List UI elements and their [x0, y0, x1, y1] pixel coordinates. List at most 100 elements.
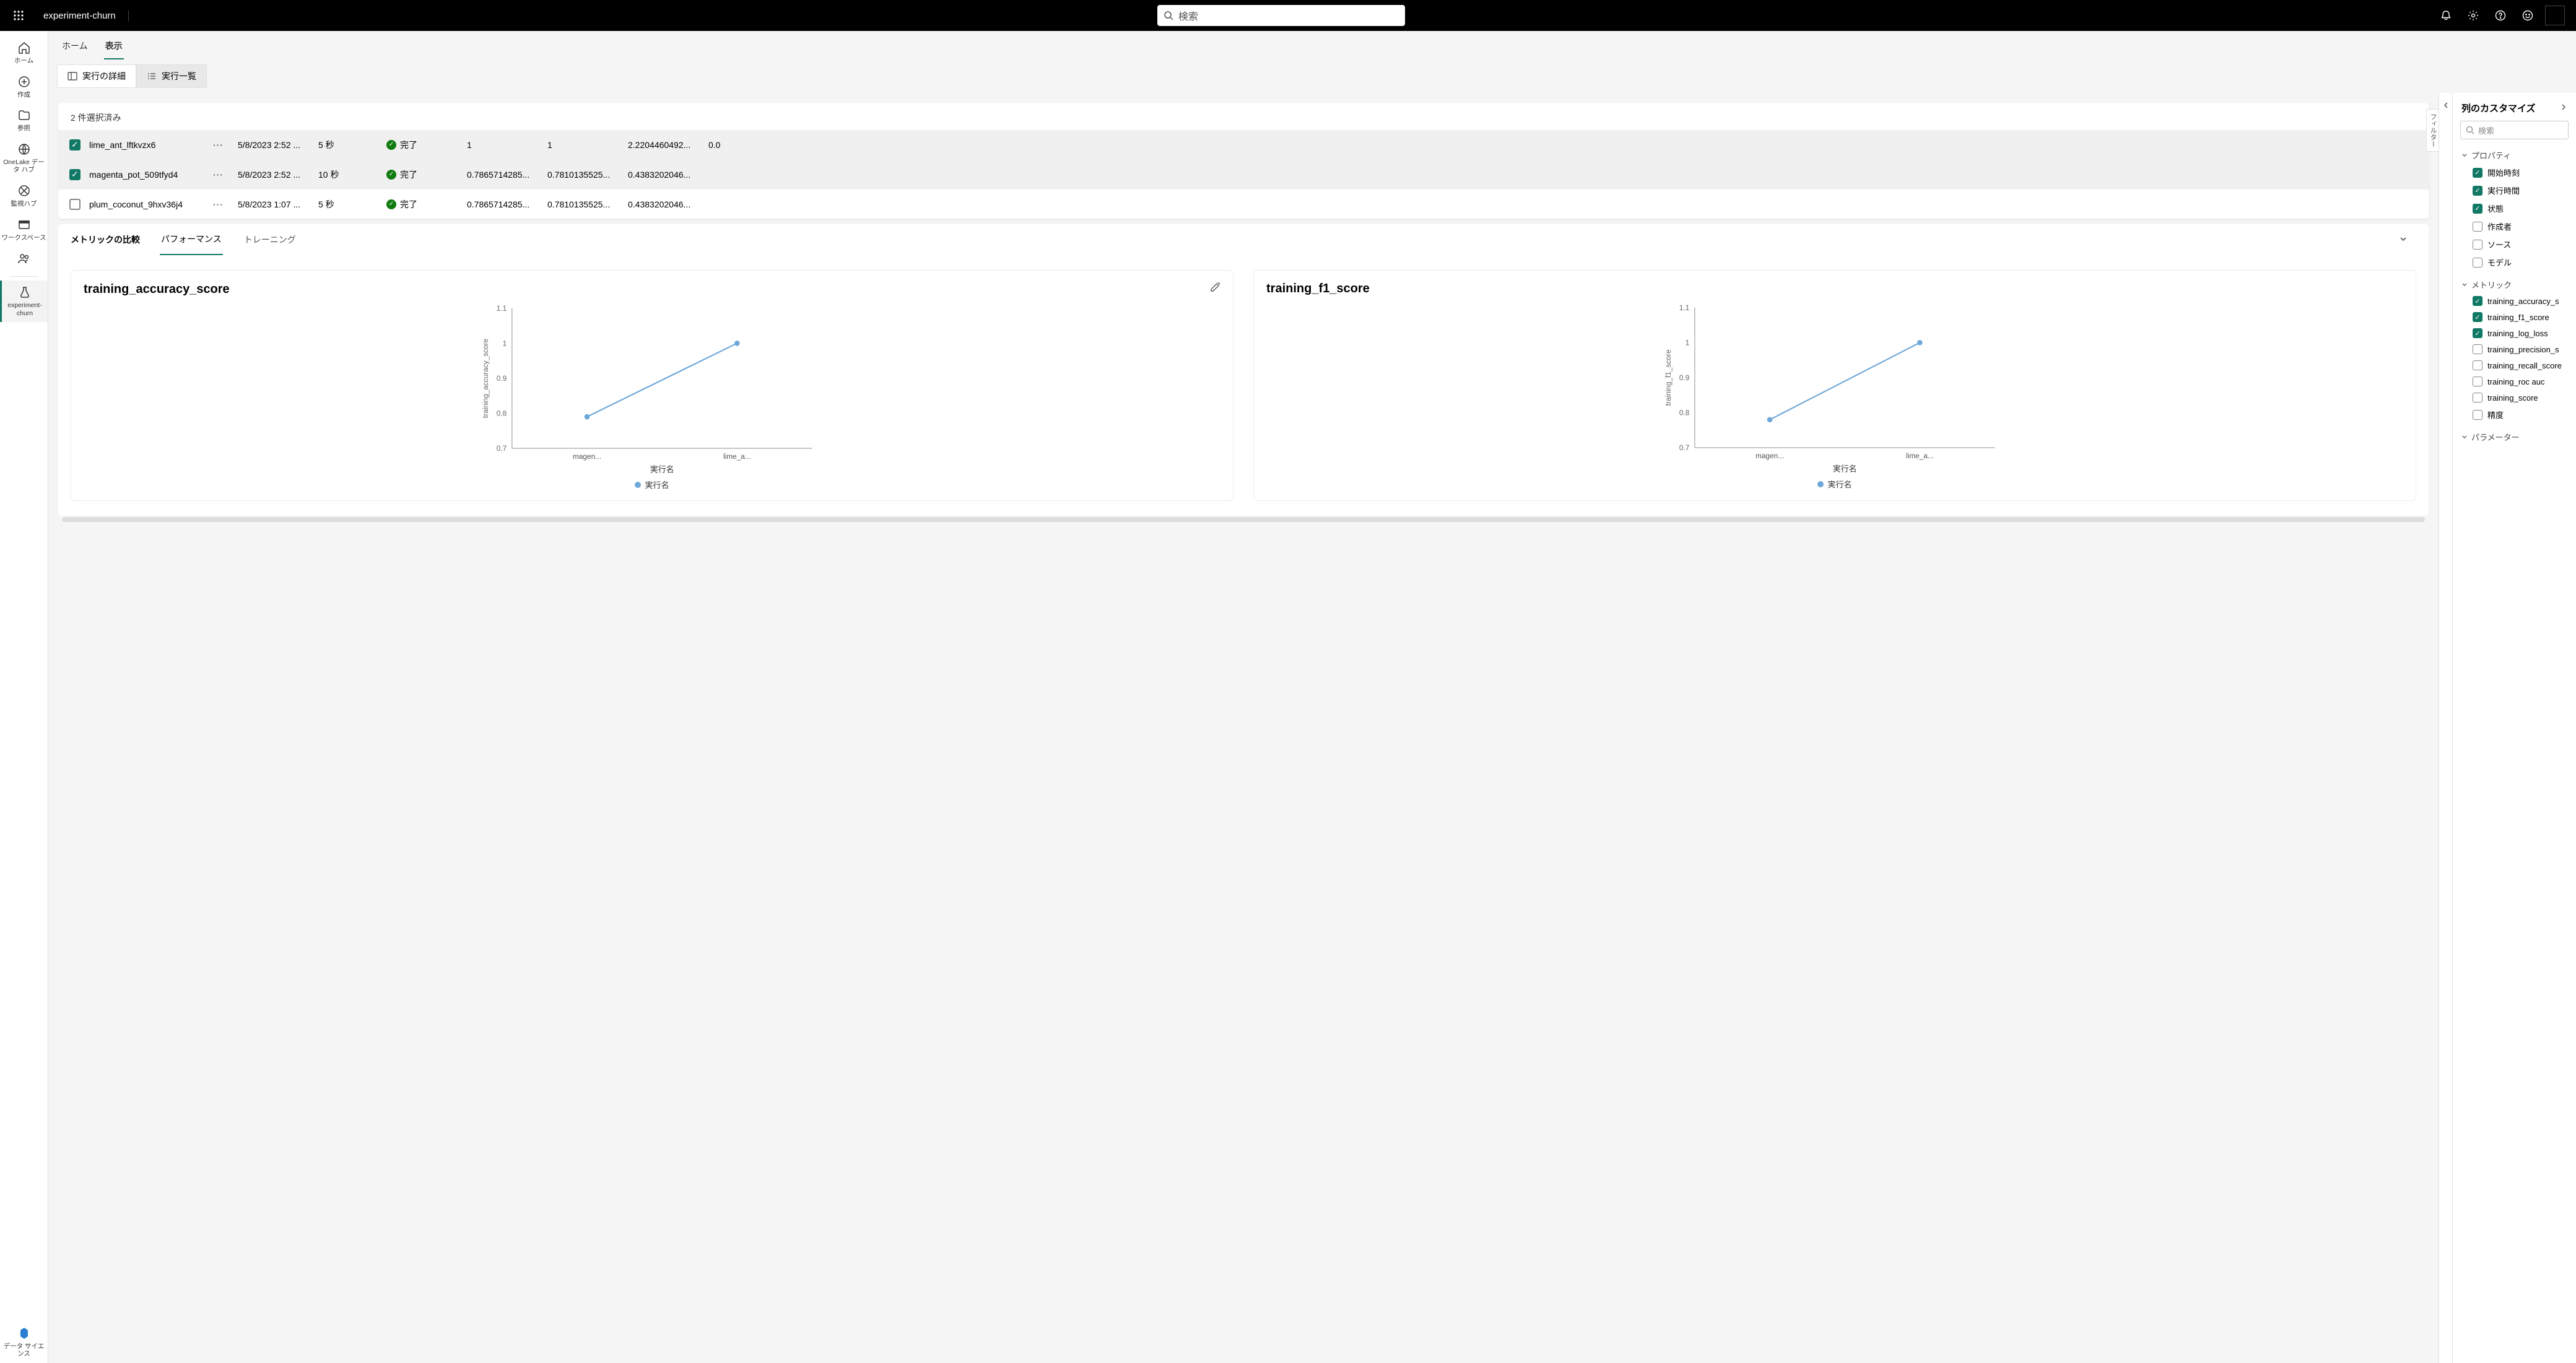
run-duration: 10 秒	[318, 168, 386, 181]
group-toggle[interactable]: メトリック	[2461, 279, 2567, 290]
svg-text:0.8: 0.8	[497, 409, 507, 418]
checkbox[interactable]	[2473, 344, 2482, 354]
search-placeholder: 検索	[1178, 8, 1198, 23]
nav-workspace[interactable]: ワークスペース	[0, 213, 48, 247]
customize-title: 列のカスタマイズ	[2461, 102, 2536, 115]
waffle-icon[interactable]	[6, 3, 31, 28]
column-option[interactable]: training_precision_s	[2461, 341, 2567, 357]
table-row[interactable]: ✓ magenta_pot_509tfyd4 ··· 5/8/2023 2:52…	[58, 160, 2429, 189]
tab-performance[interactable]: パフォーマンス	[160, 224, 223, 255]
column-option[interactable]: ✓ training_log_loss	[2461, 325, 2567, 341]
checkbox[interactable]	[2473, 377, 2482, 386]
chevron-right-icon[interactable]	[2560, 103, 2567, 113]
checkbox[interactable]	[2473, 258, 2482, 268]
checkbox[interactable]: ✓	[2473, 168, 2482, 178]
check-circle-icon: ✓	[386, 140, 396, 150]
svg-text:実行名: 実行名	[1833, 464, 1857, 474]
panel-icon	[67, 71, 77, 81]
run-status: ✓完了	[386, 198, 467, 211]
column-option[interactable]: ✓ 状態	[2461, 199, 2567, 217]
panel-collapse-handle[interactable]	[2439, 93, 2452, 1363]
checkbox[interactable]: ✓	[2473, 328, 2482, 338]
notifications-icon[interactable]	[2434, 3, 2458, 28]
checkbox[interactable]	[2473, 222, 2482, 232]
nav-experiment-churn[interactable]: experiment-churn	[0, 281, 48, 322]
compare-label: メトリックの比較	[71, 225, 140, 255]
compare-tabs: メトリックの比較 パフォーマンス トレーニング	[58, 224, 2429, 255]
row-more-icon[interactable]: ···	[213, 170, 238, 180]
nav-home[interactable]: ホーム	[0, 36, 48, 70]
check-circle-icon: ✓	[386, 170, 396, 180]
nav-create[interactable]: 作成	[0, 70, 48, 104]
svg-text:1.1: 1.1	[1679, 303, 1689, 312]
collapse-chevron-icon[interactable]	[2399, 235, 2416, 245]
svg-text:lime_a...: lime_a...	[1906, 451, 1934, 460]
chart-accuracy: training_accuracy_score 0.70.80.911.1mag…	[71, 270, 1234, 501]
tab-home[interactable]: ホーム	[61, 36, 89, 59]
column-option[interactable]: training_score	[2461, 390, 2567, 406]
checkbox[interactable]	[2473, 360, 2482, 370]
check-circle-icon: ✓	[386, 199, 396, 209]
nav-data-science[interactable]: データ サイエンス	[0, 1322, 48, 1363]
global-search[interactable]: 検索	[1157, 5, 1405, 26]
view-list-button[interactable]: 実行一覧	[136, 64, 207, 88]
row-checkbox[interactable]: ✓	[69, 139, 80, 150]
runs-panel: 2 件選択済み ✓ lime_ant_lftkvzx6 ··· 5/8/2023…	[58, 103, 2429, 219]
checkbox[interactable]	[2473, 410, 2482, 420]
run-duration: 5 秒	[318, 198, 386, 211]
row-checkbox[interactable]	[69, 199, 80, 210]
run-name: magenta_pot_509tfyd4	[89, 170, 213, 180]
nav-monitor[interactable]: 監視ハブ	[0, 179, 48, 213]
table-row[interactable]: plum_coconut_9hxv36j4 ··· 5/8/2023 1:07 …	[58, 189, 2429, 219]
column-option[interactable]: training_recall_score	[2461, 357, 2567, 373]
view-details-button[interactable]: 実行の詳細	[57, 64, 136, 88]
row-more-icon[interactable]: ···	[213, 199, 238, 209]
group-toggle[interactable]: プロパティ	[2461, 149, 2567, 161]
svg-text:training_f1_score: training_f1_score	[1664, 349, 1673, 406]
help-icon[interactable]	[2488, 3, 2513, 28]
left-nav-rail: ホーム 作成 参照 OneLake データ ハブ 監視ハブ ワークスペース ex…	[0, 31, 48, 1363]
run-status: ✓完了	[386, 139, 467, 151]
search-icon	[1164, 11, 1173, 20]
column-option[interactable]: ✓ 実行時間	[2461, 181, 2567, 199]
edit-chart-icon[interactable]	[1209, 282, 1221, 297]
column-option[interactable]: 精度	[2461, 406, 2567, 424]
run-name: lime_ant_lftkvzx6	[89, 140, 213, 150]
customize-search[interactable]: 検索	[2460, 121, 2569, 139]
tab-training[interactable]: トレーニング	[243, 225, 297, 255]
nav-onelake[interactable]: OneLake データ ハブ	[0, 137, 48, 179]
column-customize-panel: 列のカスタマイズ 検索 プロパティ ✓ 開始時刻 ✓ 実行時間 ✓ 状態 作成者…	[2452, 93, 2576, 1363]
group-toggle[interactable]: パラメーター	[2461, 431, 2567, 443]
horizontal-scrollbar[interactable]	[62, 517, 2425, 522]
tab-view[interactable]: 表示	[104, 36, 124, 59]
column-option[interactable]: ✓ 開始時刻	[2461, 163, 2567, 181]
checkbox[interactable]: ✓	[2473, 312, 2482, 322]
table-row[interactable]: ✓ lime_ant_lftkvzx6 ··· 5/8/2023 2:52 ..…	[58, 130, 2429, 160]
nav-browse[interactable]: 参照	[0, 103, 48, 137]
filter-vertical-tab[interactable]: フィルター	[2426, 109, 2439, 152]
svg-text:0.7: 0.7	[1679, 443, 1689, 452]
avatar[interactable]	[2545, 6, 2565, 25]
checkbox[interactable]	[2473, 393, 2482, 403]
row-more-icon[interactable]: ···	[213, 140, 238, 150]
column-option[interactable]: ✓ training_f1_score	[2461, 309, 2567, 325]
column-option[interactable]: ✓ training_accuracy_s	[2461, 293, 2567, 309]
nav-people[interactable]	[0, 246, 48, 272]
column-option[interactable]: training_roc auc	[2461, 373, 2567, 390]
column-option[interactable]: ソース	[2461, 235, 2567, 253]
checkbox[interactable]: ✓	[2473, 296, 2482, 306]
row-checkbox[interactable]: ✓	[69, 169, 80, 180]
search-icon	[2466, 126, 2474, 134]
chart-f1: training_f1_score 0.70.80.911.1magen...l…	[1253, 270, 2416, 501]
checkbox[interactable]: ✓	[2473, 186, 2482, 196]
page-title: experiment-churn	[31, 11, 129, 21]
run-duration: 5 秒	[318, 139, 386, 151]
feedback-icon[interactable]	[2515, 3, 2540, 28]
checkbox[interactable]	[2473, 240, 2482, 250]
settings-icon[interactable]	[2461, 3, 2486, 28]
column-option[interactable]: モデル	[2461, 253, 2567, 271]
run-name: plum_coconut_9hxv36j4	[89, 199, 213, 209]
checkbox[interactable]: ✓	[2473, 204, 2482, 214]
svg-text:0.9: 0.9	[1679, 373, 1690, 382]
column-option[interactable]: 作成者	[2461, 217, 2567, 235]
